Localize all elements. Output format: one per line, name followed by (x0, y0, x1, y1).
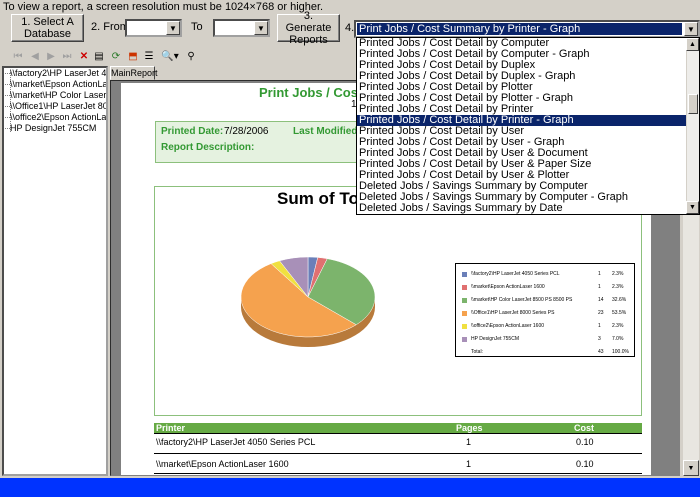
scroll-thumb[interactable] (688, 94, 698, 114)
legend-percent: 53.5% (612, 310, 627, 316)
legend-value: 23 (598, 310, 604, 316)
legend-value: 1 (598, 323, 601, 329)
next-page-icon[interactable]: ▶ (45, 51, 57, 63)
scroll-down-icon[interactable]: ▼ (683, 460, 699, 476)
export-icon[interactable]: ⬒ (127, 51, 139, 63)
divider (154, 473, 642, 474)
legend-percent: 32.6% (612, 297, 627, 303)
row-printer: \\factory2\HP LaserJet 4050 Series PCL (156, 437, 316, 447)
legend-total-percent: 100.0% (612, 349, 629, 355)
row-pages: 1 (466, 437, 472, 447)
divider (154, 453, 642, 454)
tree-item[interactable]: HP DesignJet 755CM (4, 123, 96, 134)
legend-swatch (462, 311, 467, 316)
table-header: Printer Pages Cost (154, 423, 642, 433)
report-title: Print Jobs / Cost (259, 85, 363, 100)
tree-item[interactable]: \\market\Epson ActionLaser 1600 (5, 79, 106, 90)
legend-entry: \\market\HP Color LaserJet 8500 PS 8500 … (462, 297, 632, 305)
legend-label: \\factory2\HP LaserJet 4050 Series PCL (471, 271, 560, 277)
legend-swatch (462, 272, 467, 277)
prev-page-icon[interactable]: ◀ (29, 51, 41, 63)
legend-total-value: 43 (598, 349, 604, 355)
last-page-icon[interactable]: ⏭ (61, 51, 73, 63)
cost-column-header: Cost (574, 423, 594, 433)
divider (154, 433, 642, 434)
legend-entry: HP DesignJet 755CM 3 7.0% (462, 336, 632, 344)
legend-entry: \\office2\Epson ActionLaser 1600 1 2.3% (462, 323, 632, 331)
first-page-icon[interactable]: ⏮ (12, 51, 24, 63)
last-modified-label: Last Modified: (293, 126, 361, 137)
refresh-icon[interactable]: ⟳ (110, 51, 122, 63)
report-type-list[interactable]: Printed Jobs / Cost Detail by Computer Pr… (357, 38, 699, 214)
row-printer: \\market\Epson ActionLaser 1600 (156, 459, 289, 469)
tree-item[interactable]: \\office2\Epson ActionLaser 1600 (4, 112, 106, 123)
legend-value: 3 (598, 336, 601, 342)
legend-swatch (462, 337, 467, 342)
legend-percent: 2.3% (612, 284, 624, 290)
tab-main-report[interactable]: MainReport (110, 66, 158, 80)
row-cost: 0.10 (576, 459, 594, 469)
chart-title: Sum of To (277, 189, 359, 208)
resolution-notice: To view a report, a screen resolution mu… (3, 1, 324, 13)
legend-entry: \\Office1\HP LaserJet 8000 Series PS 23 53… (462, 310, 632, 318)
printer-tree[interactable]: \\factory2\HP LaserJet 4050 Series PCL \… (2, 66, 108, 476)
chart-frame: Sum of To \\factory2\HP LaserJet 4050 Se… (154, 186, 642, 416)
dropdown-scrollbar[interactable]: ▲ ▼ (686, 38, 699, 214)
from-label: 2. From (91, 21, 129, 33)
report-type-combo[interactable]: Print Jobs / Cost Summary by Printer - G… (354, 20, 700, 38)
tree-item[interactable]: \\market\HP Color LaserJet 8500 PS (4, 90, 106, 101)
legend-percent: 2.3% (612, 271, 624, 277)
legend-percent: 7.0% (612, 336, 624, 342)
legend-entry: \\market\Epson ActionLaser 1600 1 2.3% (462, 284, 632, 292)
chevron-down-icon[interactable]: ▼ (166, 21, 180, 35)
legend-label: \\market\HP Color LaserJet 8500 PS 8500 … (471, 297, 573, 303)
tree-toggle-icon[interactable]: ☰ (143, 51, 155, 63)
chart-legend: \\factory2\HP LaserJet 4050 Series PCL 1 2… (455, 263, 635, 357)
legend-percent: 2.3% (612, 323, 624, 329)
chevron-down-icon[interactable]: ▼ (254, 21, 268, 35)
legend-label: \\Office1\HP LaserJet 8000 Series PS (471, 310, 555, 316)
close-icon[interactable]: ✕ (78, 51, 90, 63)
legend-label: \\office2\Epson ActionLaser 1600 (471, 323, 545, 329)
row-cost: 0.10 (576, 437, 594, 447)
legend-swatch (462, 298, 467, 303)
to-date-combo[interactable]: ▼ (213, 19, 270, 37)
scroll-down-icon[interactable]: ▼ (686, 201, 699, 214)
legend-value: 14 (598, 297, 604, 303)
legend-label: \\market\Epson ActionLaser 1600 (471, 284, 545, 290)
report-step-label: 4. (345, 22, 355, 34)
legend-swatch (462, 324, 467, 329)
printed-date-value: 7/28/2006 (224, 126, 269, 137)
pie-chart (240, 256, 376, 347)
legend-total-label: Total: (471, 349, 483, 355)
chevron-down-icon[interactable]: ▼ (684, 22, 698, 36)
pages-column-header: Pages (456, 423, 483, 433)
to-label: To (191, 21, 203, 33)
legend-value: 1 (598, 284, 601, 290)
report-type-value: Print Jobs / Cost Summary by Printer - G… (357, 23, 682, 35)
tree-item[interactable]: \\factory2\HP LaserJet 4050 Series PCL (4, 68, 106, 79)
legend-label: HP DesignJet 755CM (471, 336, 519, 342)
row-pages: 1 (466, 459, 472, 469)
printer-column-header: Printer (156, 423, 186, 433)
legend-entry: \\factory2\HP LaserJet 4050 Series PCL 1 2… (462, 271, 632, 279)
select-database-button[interactable]: 1. Select A Database (11, 14, 84, 42)
legend-value: 1 (598, 271, 601, 277)
status-bar (0, 478, 700, 497)
report-description-label: Report Description: (161, 142, 255, 153)
binoculars-icon[interactable]: ⚲ (185, 51, 197, 63)
zoom-icon[interactable]: 🔍▾ (160, 51, 180, 63)
scroll-up-icon[interactable]: ▲ (686, 38, 699, 51)
from-date-combo[interactable]: ▼ (125, 19, 182, 37)
report-type-option[interactable]: Deleted Jobs / Savings Summary by Date (357, 203, 699, 214)
generate-reports-button[interactable]: 3. Generate Reports (277, 10, 340, 46)
printed-date-label: Printed Date: (161, 126, 224, 137)
print-icon[interactable]: ▤ (93, 51, 105, 63)
legend-swatch (462, 285, 467, 290)
legend-total: Total: 43 100.0% (462, 349, 632, 357)
report-type-dropdown[interactable]: Printed Jobs / Cost Detail by Computer Pr… (356, 37, 700, 215)
tree-item[interactable]: \\Office1\HP LaserJet 8000 Series PS (4, 101, 106, 112)
